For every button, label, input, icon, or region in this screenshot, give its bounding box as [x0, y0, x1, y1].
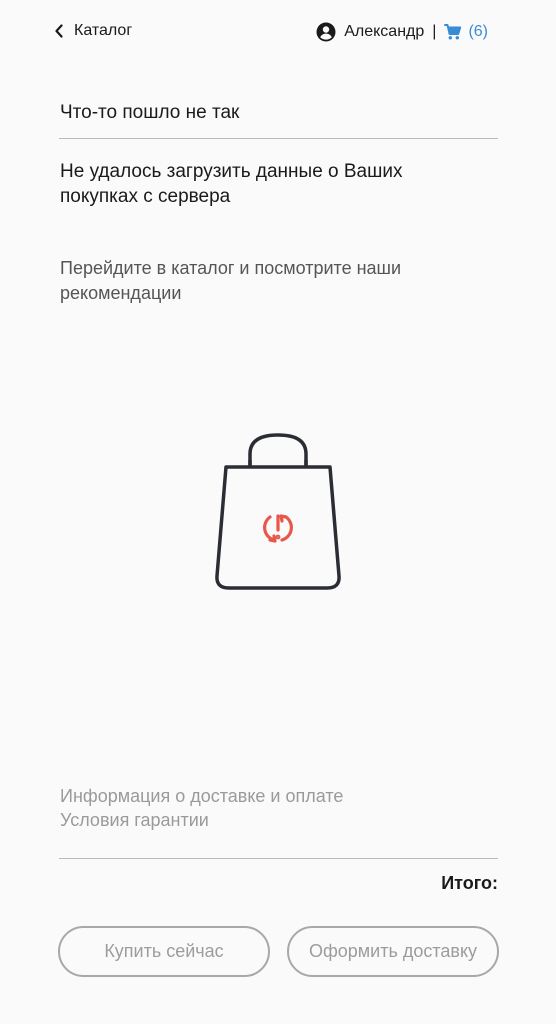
shopping-bag-error-icon [215, 433, 341, 590]
top-bar: Каталог Александр | (6) [0, 18, 556, 52]
catalog-hint: Перейдите в каталог и посмотрите наши ре… [60, 258, 402, 303]
refresh-error-icon [263, 514, 293, 543]
page-title: Что-то пошло не так [60, 102, 240, 123]
page: Каталог Александр | (6) Что-то пошло не … [0, 0, 556, 1024]
user-name: Александр [344, 23, 425, 40]
back-to-catalog-link[interactable]: Каталог [54, 22, 132, 40]
user-circle-icon [316, 22, 336, 42]
chevron-left-icon [55, 24, 63, 38]
cart-link[interactable]: (6) [444, 23, 488, 41]
error-message: Не удалось загрузить данные о Ваших поку… [60, 161, 403, 207]
cart-count: (6) [468, 23, 488, 40]
user-profile-link[interactable]: Александр [316, 22, 424, 42]
checkout-delivery-button[interactable]: Оформить доставку [287, 926, 499, 977]
title-divider [59, 138, 498, 139]
back-label: Каталог [74, 22, 133, 39]
total-label: Итого: [441, 873, 498, 893]
warranty-terms-link[interactable]: Условия гарантии [60, 808, 343, 832]
footer-divider [59, 858, 498, 859]
info-links: Информация о доставке и оплате Условия г… [60, 784, 343, 832]
shopping-cart-icon [444, 24, 462, 40]
user-area: Александр | (6) [316, 22, 488, 42]
delivery-payment-info-link[interactable]: Информация о доставке и оплате [60, 784, 343, 808]
buy-now-button[interactable]: Купить сейчас [58, 926, 270, 977]
header-separator: | [432, 23, 437, 40]
